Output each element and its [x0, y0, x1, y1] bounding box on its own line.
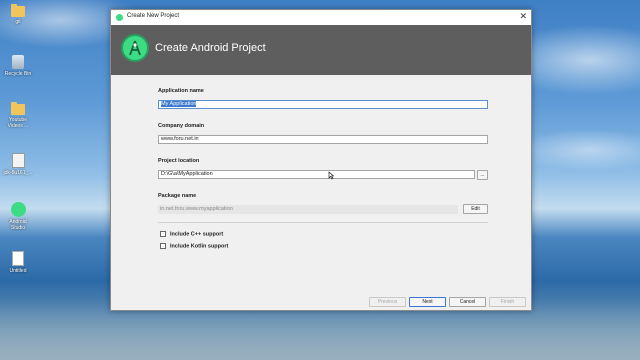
- company-domain-label: Company domain: [158, 123, 205, 129]
- android-studio-logo-icon: [121, 34, 149, 62]
- include-kotlin-checkbox[interactable]: [160, 243, 166, 249]
- project-location-label: Project location: [158, 158, 200, 164]
- desktop-icon-label: jdk-8u161_...: [3, 170, 33, 176]
- folder-icon: [11, 4, 25, 17]
- create-project-dialog: Create New Project ✕ Create Android Proj…: [110, 9, 532, 311]
- close-button[interactable]: ✕: [519, 11, 527, 22]
- company-domain-input[interactable]: www.foru.net.in: [158, 135, 488, 144]
- desktop-icon-label: git: [15, 19, 21, 25]
- desktop-icon-label: Android Studio: [9, 219, 27, 231]
- page-title: Create Android Project: [155, 42, 266, 54]
- include-kotlin-option[interactable]: Include Kotlin support: [160, 243, 228, 249]
- form-divider: [158, 222, 488, 223]
- desktop-icon-git[interactable]: git: [2, 4, 34, 25]
- recycle-bin-icon: [12, 55, 24, 69]
- dialog-banner: Create Android Project: [111, 25, 531, 75]
- package-name-value: in.net.foru.www.myapplication: [158, 205, 458, 214]
- include-cpp-checkbox[interactable]: [160, 231, 166, 237]
- include-cpp-label: Include C++ support: [170, 231, 224, 238]
- include-cpp-option[interactable]: Include C++ support: [160, 231, 223, 237]
- dialog-titlebar[interactable]: Create New Project ✕: [111, 10, 531, 25]
- desktop-icon-android-studio[interactable]: Android Studio: [2, 202, 34, 231]
- desktop-icon-untitled[interactable]: Untitled: [2, 251, 34, 274]
- android-studio-icon: [116, 14, 123, 21]
- browse-location-button[interactable]: ...: [477, 170, 488, 180]
- previous-button[interactable]: Previous: [369, 297, 406, 307]
- desktop-icon-label: Untitled: [9, 268, 27, 274]
- desktop-icon-recycle-bin[interactable]: Recycle Bin: [2, 55, 34, 77]
- cancel-button[interactable]: Cancel: [449, 297, 486, 307]
- finish-button[interactable]: Finish: [489, 297, 526, 307]
- package-name-label: Package name: [158, 193, 197, 199]
- document-icon: [12, 251, 24, 266]
- application-name-input[interactable]: My Application: [158, 100, 488, 109]
- window-title: Create New Project: [127, 13, 180, 19]
- edit-package-button[interactable]: Edit: [463, 204, 488, 214]
- next-button[interactable]: Next: [409, 297, 446, 307]
- include-kotlin-label: Include Kotlin support: [170, 243, 229, 250]
- desktop-icon-youtube-videos[interactable]: Youtube Videos ...: [2, 102, 34, 129]
- desktop-icon-label: Youtube Videos ...: [7, 117, 29, 129]
- application-name-label: Application name: [158, 88, 204, 94]
- android-studio-icon: [10, 202, 26, 217]
- mouse-cursor-icon: [328, 171, 334, 180]
- desktop-icon-label: Recycle Bin: [4, 71, 32, 77]
- project-location-input[interactable]: D:\G\a\MyApplication: [158, 170, 475, 179]
- folder-icon: [11, 102, 25, 115]
- desktop-icon-jdk[interactable]: jdk-8u161_...: [2, 153, 34, 176]
- java-installer-icon: [11, 153, 25, 168]
- application-name-value: My Application: [161, 101, 197, 107]
